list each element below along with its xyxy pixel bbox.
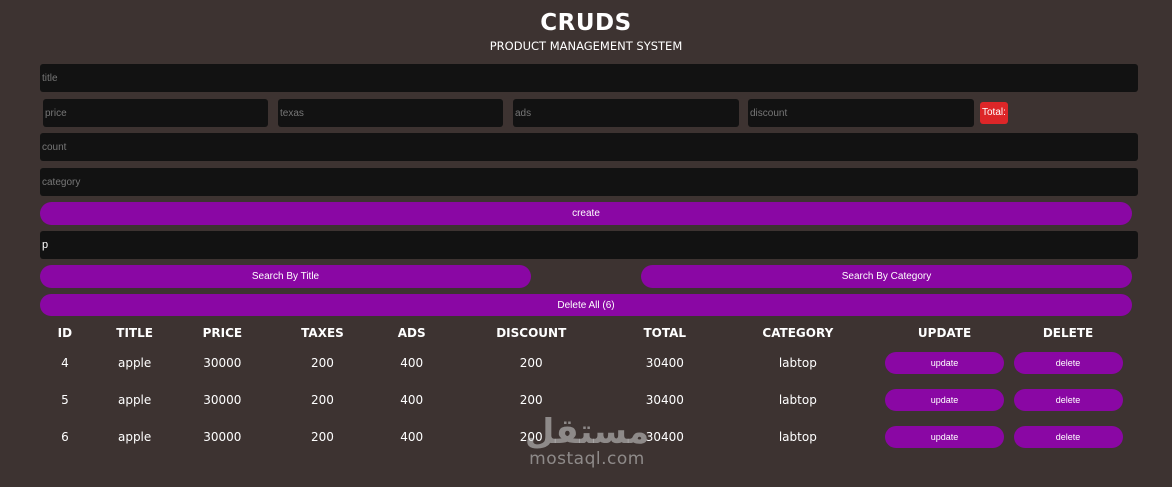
- discount-input[interactable]: [748, 99, 974, 127]
- cell-ads: 400: [400, 392, 424, 407]
- cell-update: update: [885, 381, 1005, 418]
- delete-button[interactable]: delete: [1013, 351, 1123, 374]
- cell-title: apple: [117, 392, 152, 407]
- watermark-latin-text: mostaql.com: [529, 449, 645, 469]
- delete-button[interactable]: delete: [1013, 388, 1123, 411]
- search-input[interactable]: [40, 231, 1138, 259]
- price-input[interactable]: [43, 99, 268, 127]
- column-header-category: CATEGORY: [762, 326, 834, 340]
- cell-delete: delete: [1004, 418, 1132, 455]
- cell-id: 4: [61, 355, 69, 370]
- table-header-row: ID TITLE PRICE TAXES ADS DISCOUNT TOTAL …: [40, 322, 1132, 344]
- cell-ads: 400: [400, 355, 424, 370]
- app-subtitle: PRODUCT MANAGEMENT SYSTEM: [489, 39, 683, 53]
- update-button[interactable]: update: [885, 351, 1005, 374]
- ads-input[interactable]: [513, 99, 739, 127]
- table-row: 4 apple 30000 200 400 200 30400 labtop u…: [40, 344, 1132, 381]
- column-header-taxes: TAXES: [301, 326, 344, 340]
- cell-category: labtop: [778, 429, 817, 444]
- column-header-total: TOTAL: [643, 326, 687, 340]
- cell-title: apple: [117, 429, 152, 444]
- cell-id: 6: [61, 429, 69, 444]
- column-header-discount: DISCOUNT: [496, 326, 567, 340]
- cell-taxes: 200: [311, 355, 334, 370]
- column-header-ads: ADS: [397, 326, 426, 340]
- cell-update: update: [885, 344, 1005, 381]
- column-header-price: PRICE: [202, 326, 243, 340]
- cell-discount: 200: [519, 355, 543, 370]
- mostaql-watermark: مستقل mostaql.com: [512, 414, 662, 468]
- column-header-title: TITLE: [116, 326, 153, 340]
- create-button[interactable]: create: [40, 202, 1132, 225]
- total-badge: Total:: [980, 102, 1008, 124]
- column-header-delete: DELETE: [1042, 326, 1094, 340]
- cell-category: labtop: [778, 355, 817, 370]
- cell-price: 30000: [203, 355, 242, 370]
- update-button[interactable]: update: [885, 425, 1005, 448]
- delete-button[interactable]: delete: [1013, 425, 1123, 448]
- watermark-arabic-text: مستقل: [524, 412, 650, 452]
- cell-taxes: 200: [311, 429, 334, 444]
- cell-update: update: [885, 418, 1005, 455]
- column-header-update: UPDATE: [917, 326, 972, 340]
- cell-price: 30000: [203, 429, 242, 444]
- update-button[interactable]: update: [885, 388, 1005, 411]
- cell-delete: delete: [1004, 381, 1132, 418]
- cell-delete: delete: [1004, 344, 1132, 381]
- search-by-category-button[interactable]: Search By Category: [641, 265, 1132, 288]
- cell-price: 30000: [203, 392, 242, 407]
- search-by-title-button[interactable]: Search By Title: [40, 265, 531, 288]
- count-input[interactable]: [40, 133, 1138, 161]
- cell-total: 30400: [645, 355, 684, 370]
- delete-all-button[interactable]: Delete All (6): [40, 294, 1132, 316]
- cell-category: labtop: [778, 392, 817, 407]
- cell-taxes: 200: [311, 392, 334, 407]
- taxes-input[interactable]: [278, 99, 503, 127]
- title-input[interactable]: [40, 64, 1138, 92]
- column-header-id: ID: [57, 326, 73, 340]
- cell-id: 5: [61, 392, 69, 407]
- category-input[interactable]: [40, 168, 1138, 196]
- app-title: CRUDS: [540, 10, 632, 36]
- cell-title: apple: [117, 355, 152, 370]
- page-header: CRUDS PRODUCT MANAGEMENT SYSTEM: [0, 8, 1172, 54]
- cell-ads: 400: [400, 429, 424, 444]
